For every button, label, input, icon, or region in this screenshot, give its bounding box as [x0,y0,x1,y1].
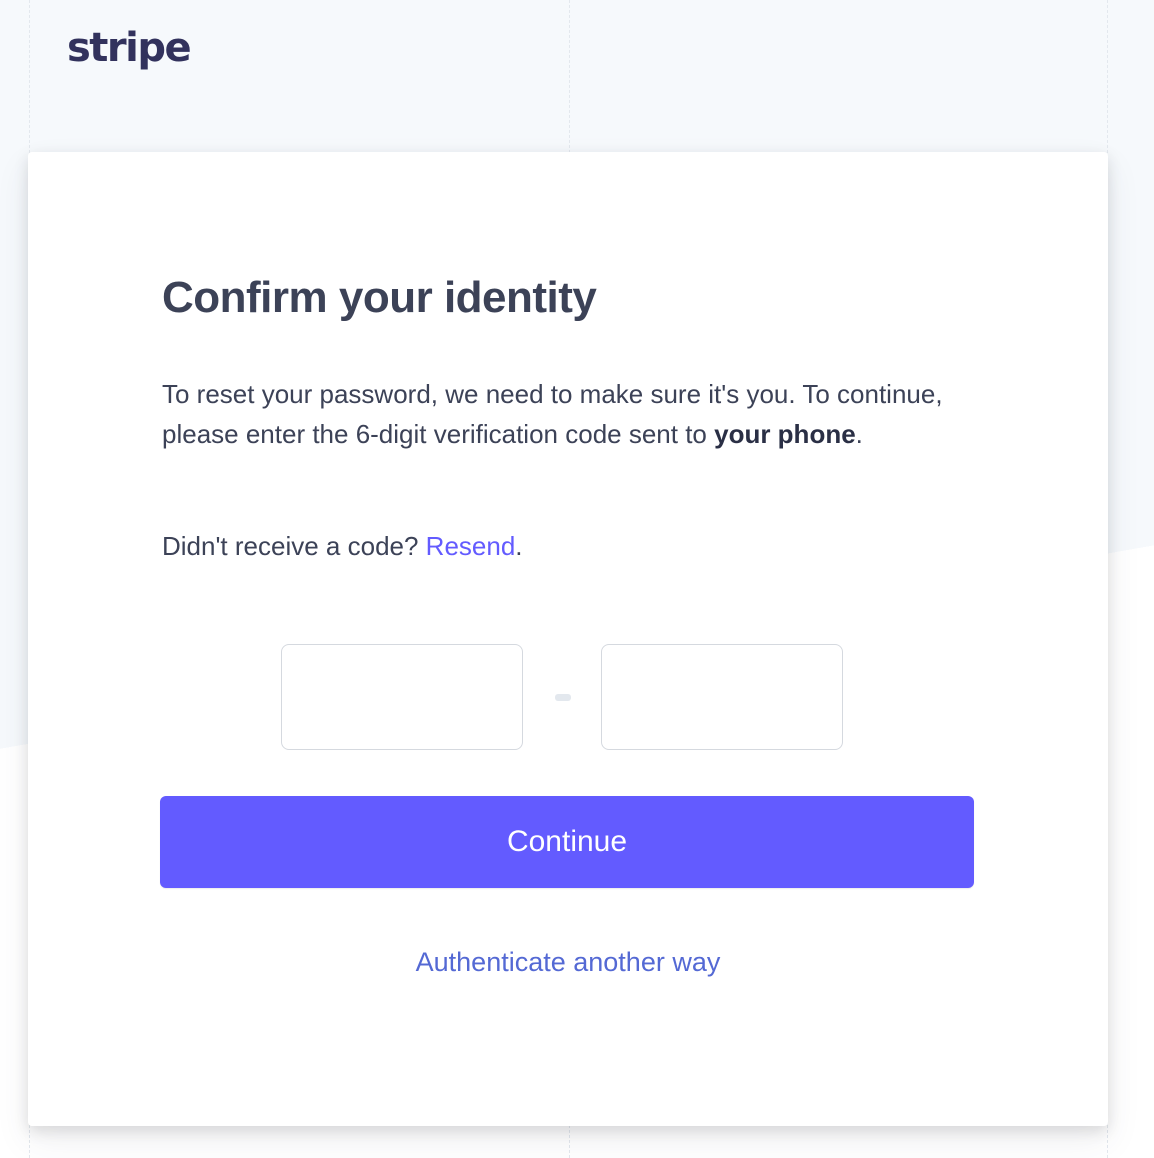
code-group-second [601,644,843,750]
resend-suffix: . [515,531,523,561]
code-digit-1[interactable] [282,645,522,749]
page-title: Confirm your identity [162,273,597,322]
resend-link[interactable]: Resend [426,531,516,561]
stripe-logo[interactable]: stripe [67,22,192,74]
code-group-first [281,644,523,750]
verification-description: To reset your password, we need to make … [162,374,962,454]
code-separator [555,694,571,701]
resend-line: Didn't receive a code? Resend. [162,526,523,566]
resend-prompt: Didn't receive a code? [162,531,426,561]
description-suffix: . [855,419,863,449]
verification-card: Confirm your identity To reset your pass… [28,152,1108,1126]
code-digit-4[interactable] [602,645,842,749]
description-target: your phone [714,419,856,449]
continue-button[interactable]: Continue [160,796,974,888]
authenticate-another-way-link[interactable]: Authenticate another way [28,942,1108,982]
